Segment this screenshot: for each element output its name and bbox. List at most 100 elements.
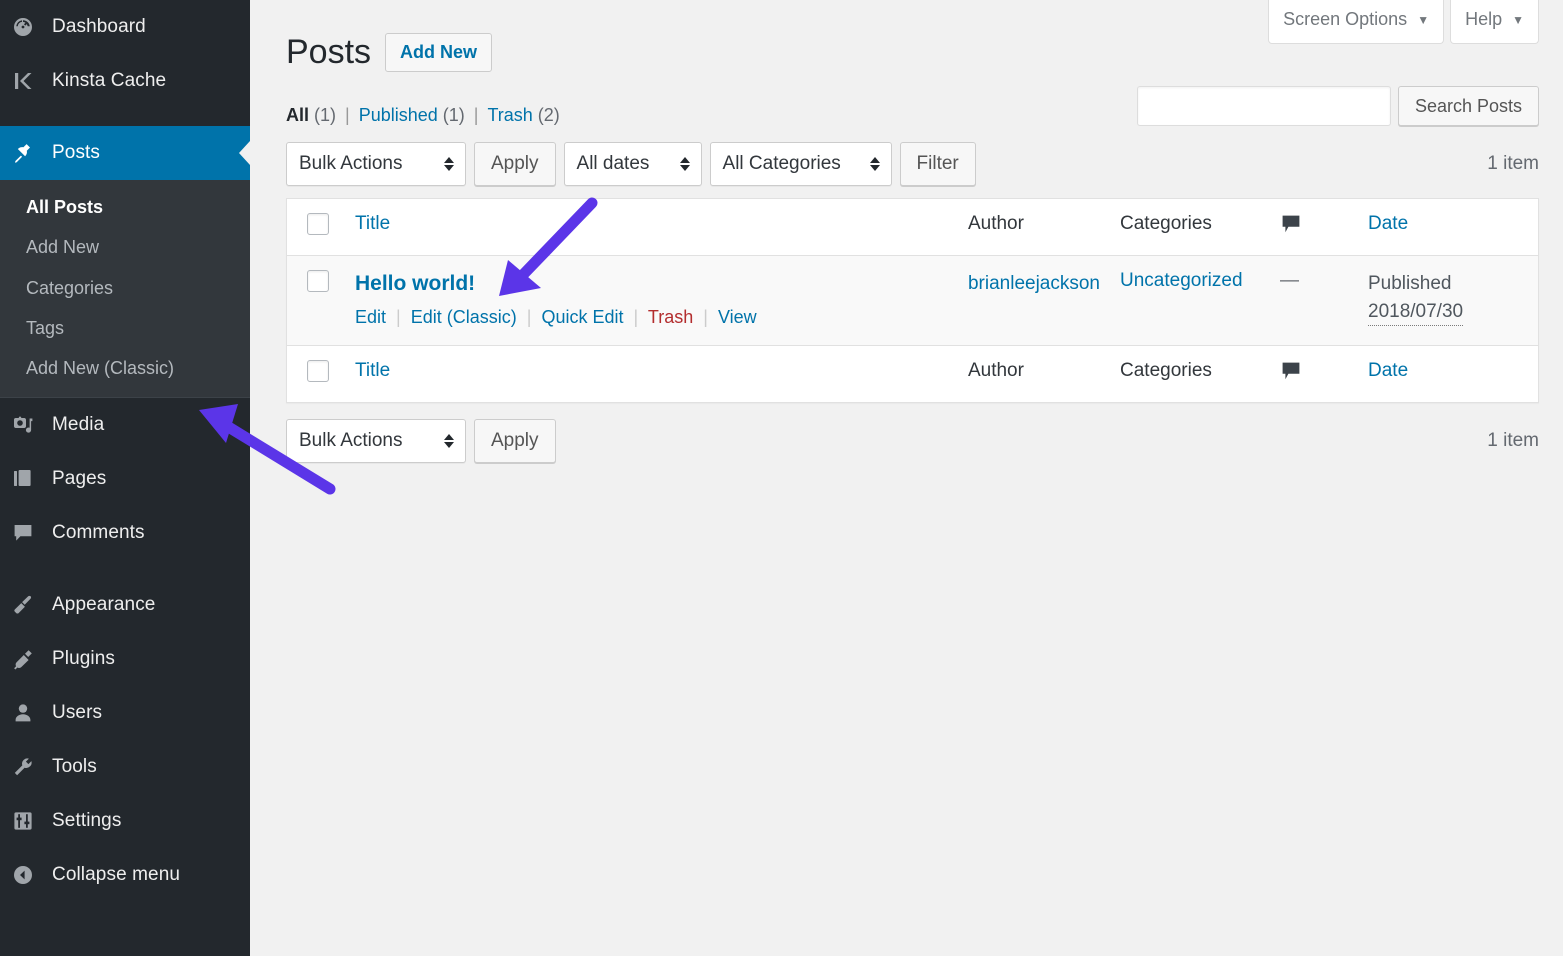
column-author-label: Author [968,360,1024,381]
dashboard-icon [10,14,36,40]
row-action-view[interactable]: View [718,307,757,327]
sidebar-item-label: Pages [52,468,106,490]
column-footer-comments[interactable] [1270,346,1358,403]
filter-trash[interactable]: Trash (2) [487,105,559,126]
row-title-cell: Hello world! Edit | Edit (Classic) | Qui… [345,256,958,346]
sidebar-item-comments[interactable]: Comments [0,506,250,560]
date-filter-select[interactable]: All dates [564,142,702,186]
sidebar-item-label: Appearance [52,594,155,616]
column-footer-title[interactable]: Title [345,346,958,403]
bulk-actions-select-bottom[interactable]: Bulk Actions [286,419,466,463]
submenu-item-categories[interactable]: Categories [0,268,250,308]
row-action-edit-classic[interactable]: Edit (Classic) [411,307,517,327]
sidebar-item-appearance[interactable]: Appearance [0,578,250,632]
column-footer-categories: Categories [1110,346,1270,403]
post-author-link[interactable]: brianleejackson [968,270,1100,298]
pages-icon [10,466,36,492]
submenu-item-add-new[interactable]: Add New [0,227,250,267]
row-action-separator: | [396,307,401,327]
help-button[interactable]: Help ▼ [1450,0,1539,44]
tablenav-actions-bottom: Bulk Actions Apply [286,419,1539,463]
column-header-date[interactable]: Date [1358,199,1538,256]
filter-published[interactable]: Published (1) [359,105,465,126]
sidebar-item-kinsta-cache[interactable]: Kinsta Cache [0,54,250,108]
row-action-trash[interactable]: Trash [648,307,693,327]
sidebar-item-pages[interactable]: Pages [0,452,250,506]
sidebar-item-tools[interactable]: Tools [0,740,250,794]
table-footer-row: Title Author Categories [287,346,1538,403]
submenu-item-add-new-classic[interactable]: Add New (Classic) [0,348,250,388]
select-all-footer [287,346,345,403]
kinsta-k-icon [10,68,36,94]
sidebar-item-label: Dashboard [52,16,146,38]
add-new-button[interactable]: Add New [385,33,492,73]
row-action-quick-edit[interactable]: Quick Edit [541,307,623,327]
column-title-label[interactable]: Title [355,360,390,381]
select-all-checkbox-bottom[interactable] [307,360,329,382]
displaying-num-bottom: 1 item [1487,430,1539,452]
filter-all-link[interactable]: All [286,105,309,126]
column-header-comments[interactable] [1270,199,1358,256]
sidebar-item-label: Plugins [52,648,115,670]
tablenav-top: Bulk Actions Apply All dates All Categor… [286,142,1539,188]
column-footer-date[interactable]: Date [1358,346,1538,403]
category-filter-value: All Categories [723,153,841,175]
apply-button-bottom[interactable]: Apply [474,419,556,463]
filter-published-link[interactable]: Published [359,105,438,126]
search-posts-button[interactable]: Search Posts [1398,86,1539,126]
paintbrush-icon [10,592,36,618]
sidebar-item-settings[interactable]: Settings [0,794,250,848]
sidebar-item-collapse-menu[interactable]: Collapse menu [0,848,250,902]
filter-published-count: (1) [443,105,465,126]
screen-options-label: Screen Options [1283,9,1407,31]
filter-all-count: (1) [314,105,336,126]
page-header: Posts Add New [286,32,492,73]
apply-button-top[interactable]: Apply [474,142,556,186]
row-select-cell [287,256,345,346]
sidebar-item-plugins[interactable]: Plugins [0,632,250,686]
displaying-num-top: 1 item [1487,153,1539,175]
screen-options-button[interactable]: Screen Options ▼ [1268,0,1444,44]
sidebar-item-users[interactable]: Users [0,686,250,740]
submenu-item-all-posts[interactable]: All Posts [0,187,250,227]
sidebar-item-media[interactable]: Media [0,398,250,452]
tablenav-bottom: Bulk Actions Apply 1 item [286,419,1539,465]
row-checkbox[interactable] [307,270,329,292]
post-comment-count: — [1280,270,1299,291]
row-date-cell: Published 2018/07/30 [1358,256,1538,346]
select-all-checkbox-top[interactable] [307,213,329,235]
column-header-title[interactable]: Title [345,199,958,256]
pin-icon [10,140,36,166]
sidebar-item-label: Media [52,414,104,436]
sidebar-item-label: Comments [52,522,145,544]
column-header-author: Author [958,199,1110,256]
column-date-label[interactable]: Date [1368,213,1408,234]
column-title-label[interactable]: Title [355,213,390,234]
page-title: Posts [286,32,371,73]
admin-sidebar: Dashboard Kinsta Cache Posts All Posts A [0,0,250,956]
user-icon [10,700,36,726]
post-category-link[interactable]: Uncategorized [1120,270,1243,291]
sidebar-item-posts[interactable]: Posts [0,126,250,180]
comment-bubble-icon [1280,360,1302,388]
select-arrows-icon [444,157,454,171]
select-all-header [287,199,345,256]
collapse-arrow-icon [10,862,36,888]
sidebar-item-label: Tools [52,756,97,778]
filter-button[interactable]: Filter [900,142,976,186]
main-content: Screen Options ▼ Help ▼ Posts Add New Al… [250,0,1563,956]
filter-trash-link[interactable]: Trash [487,105,532,126]
bulk-actions-select-top[interactable]: Bulk Actions [286,142,466,186]
post-title-link[interactable]: Hello world! [355,270,475,297]
comment-bubble-icon [1280,213,1302,241]
bulk-actions-value: Bulk Actions [299,430,403,452]
submenu-item-tags[interactable]: Tags [0,308,250,348]
column-date-label[interactable]: Date [1368,360,1408,381]
filter-all[interactable]: All (1) [286,105,336,126]
search-input[interactable] [1137,86,1391,126]
row-action-edit[interactable]: Edit [355,307,386,327]
sidebar-item-dashboard[interactable]: Dashboard [0,0,250,54]
row-author-cell: brianleejackson [958,256,1110,346]
category-filter-select[interactable]: All Categories [710,142,892,186]
screen-meta-links: Screen Options ▼ Help ▼ [1268,0,1539,44]
